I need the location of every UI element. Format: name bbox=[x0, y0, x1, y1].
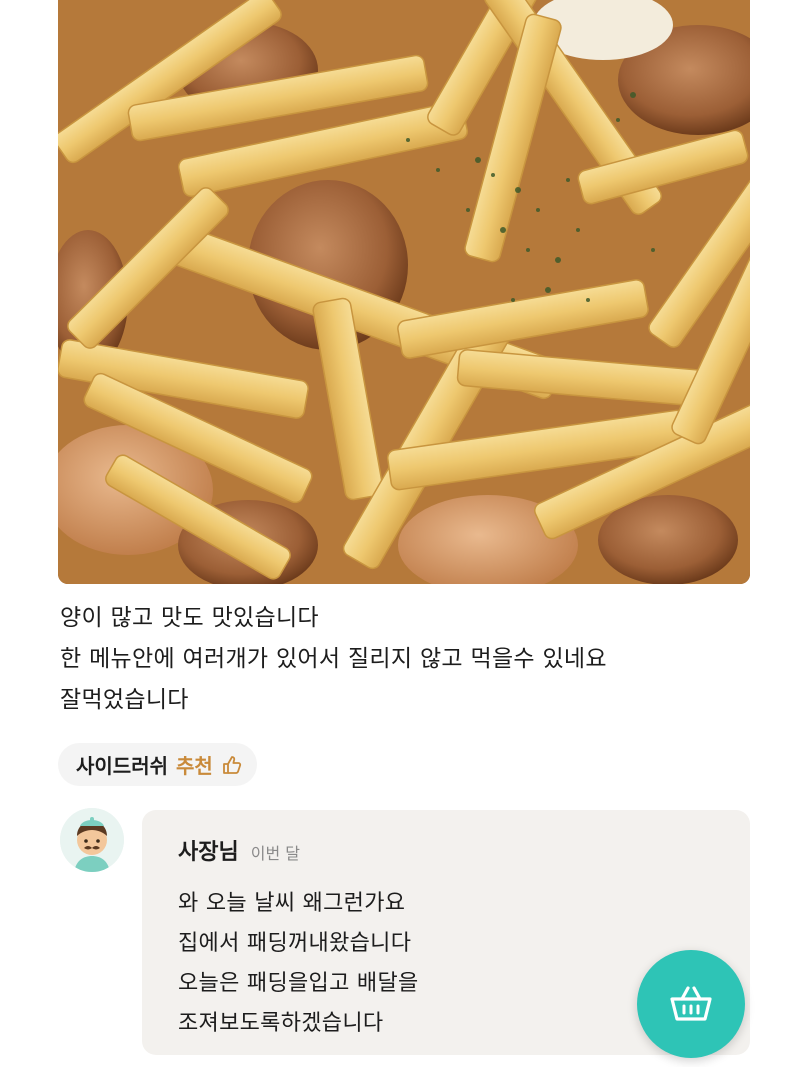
owner-reply-author: 사장님 bbox=[178, 840, 239, 865]
owner-reply-line: 오늘은 패딩을입고 배달을 bbox=[178, 971, 419, 996]
fries-and-nuggets-image bbox=[58, 0, 750, 584]
owner-reply-line: 집에서 패딩꺼내왔습니다 bbox=[178, 931, 412, 956]
thumbs-up-icon bbox=[221, 754, 243, 776]
review-photo[interactable] bbox=[58, 0, 750, 584]
cart-button[interactable] bbox=[637, 950, 745, 1058]
menu-tag-name: 사이드러쉬 bbox=[76, 754, 168, 778]
menu-tag-chip[interactable]: 사이드러쉬 추천 bbox=[58, 743, 257, 786]
review-line: 양이 많고 맛도 맛있습니다 bbox=[60, 605, 319, 631]
review-body: 양이 많고 맛도 맛있습니다 한 메뉴안에 여러개가 있어서 질리지 않고 먹을… bbox=[60, 598, 740, 721]
review-line: 한 메뉴안에 여러개가 있어서 질리지 않고 먹을수 있네요 bbox=[60, 646, 607, 672]
owner-reply-body: 와 오늘 날씨 왜그런가요 집에서 패딩꺼내왔습니다 오늘은 패딩을입고 배달을… bbox=[178, 884, 419, 1044]
owner-reply-date: 이번 달 bbox=[250, 844, 300, 863]
owner-avatar-icon bbox=[60, 808, 124, 872]
owner-reply-line: 조져보도록하겠습니다 bbox=[178, 1011, 384, 1036]
owner-reply-header: 사장님 이번 달 bbox=[178, 834, 300, 866]
review-line: 잘먹었습니다 bbox=[60, 687, 189, 713]
owner-reply-line: 와 오늘 날씨 왜그런가요 bbox=[178, 891, 406, 916]
basket-icon bbox=[670, 986, 712, 1021]
menu-tag-recommend: 추천 bbox=[176, 754, 213, 778]
